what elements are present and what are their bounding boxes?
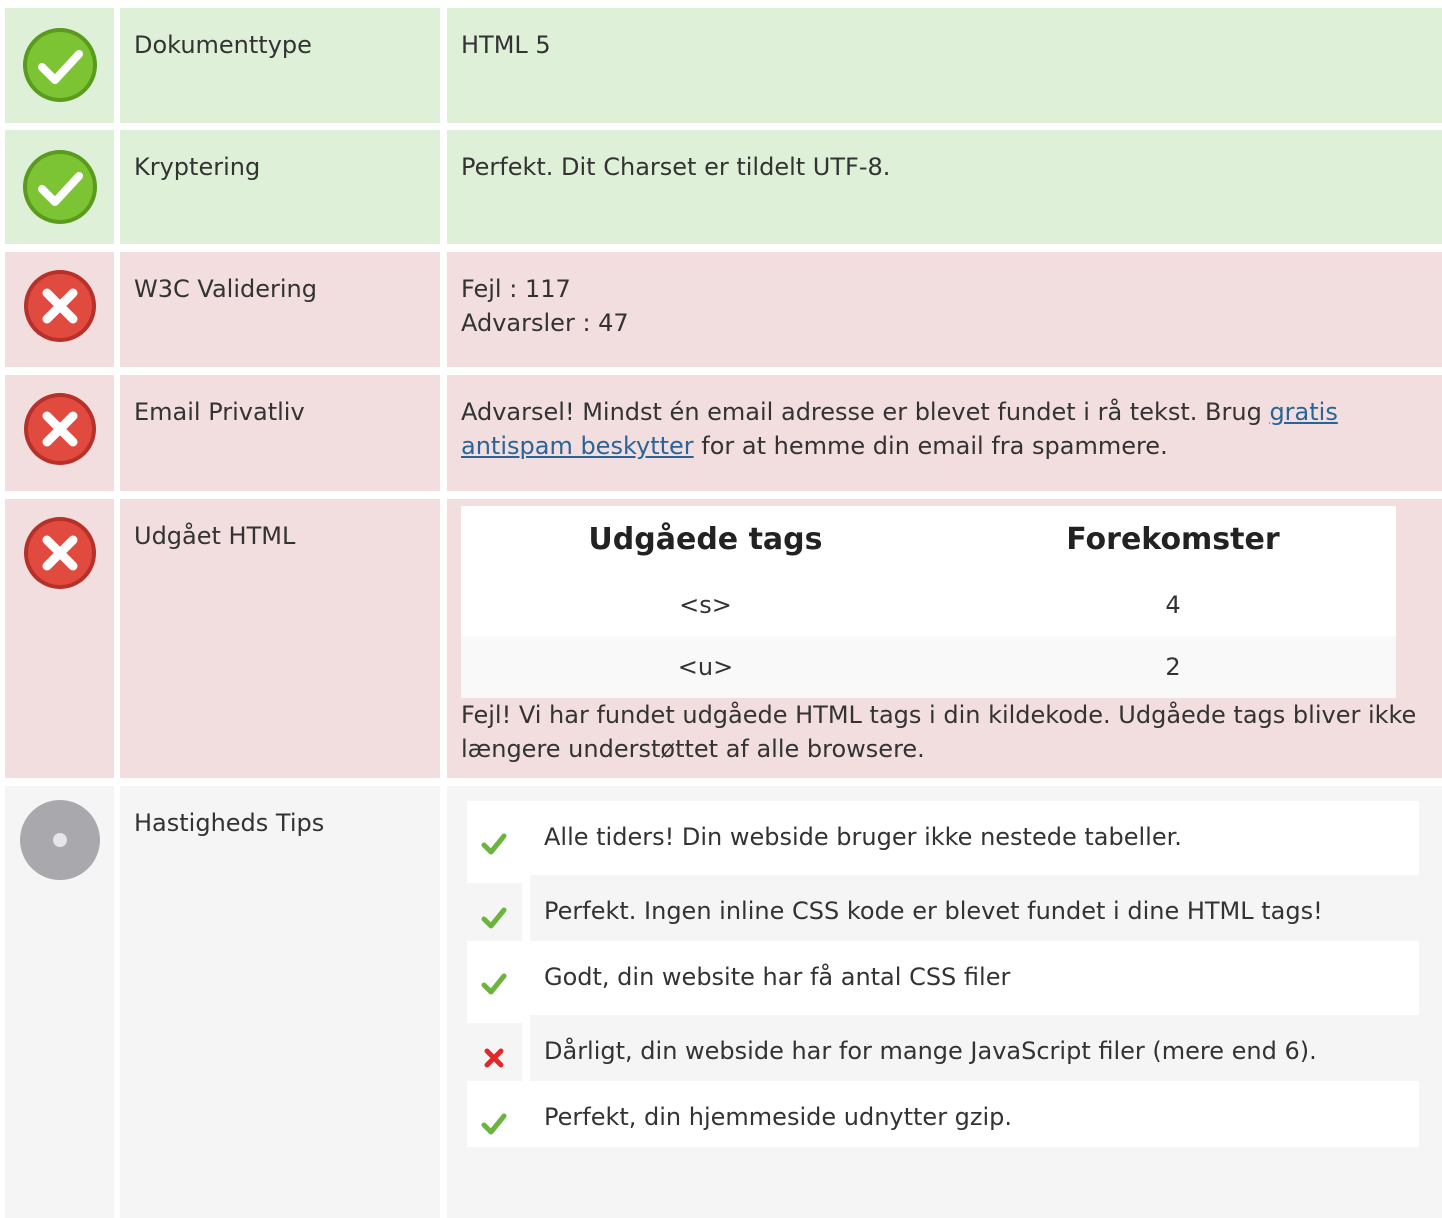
tip-text: Godt, din website har få antal CSS filer xyxy=(544,963,1011,991)
row-label: Dokumenttype xyxy=(134,31,312,59)
deprecated-tags-table: Udgåede tags Forekomster <s> 4 <u> 2 xyxy=(461,506,1396,698)
row-deprecated-html: Udgået HTML Udgåede tags Forekomster <s>… xyxy=(0,499,1442,778)
row-speed-tips: Hastigheds Tips Alle tiders! Din webside… xyxy=(0,786,1442,1218)
checkmark-icon xyxy=(481,971,507,997)
tag-cell: <u> xyxy=(461,636,950,698)
row-email-privacy: Email Privatliv Advarsel! Mindst én emai… xyxy=(0,375,1442,491)
count-cell: 2 xyxy=(949,636,1396,698)
checkmark-icon xyxy=(481,905,507,931)
checkmark-icon xyxy=(481,1111,507,1137)
list-item: Perfekt, din hjemmeside udnytter gzip. xyxy=(467,1081,1419,1147)
row-label-cell: Hastigheds Tips xyxy=(120,786,440,1218)
email-warning-tail: for at hemme din email fra spammere. xyxy=(693,432,1168,460)
row-label-cell: Kryptering xyxy=(120,130,440,244)
row-label-cell: Dokumenttype xyxy=(120,8,440,123)
email-warning-text: Advarsel! Mindst én email adresse er ble… xyxy=(461,398,1270,426)
table-header-row: Udgåede tags Forekomster xyxy=(461,506,1396,574)
status-cell xyxy=(5,8,114,123)
row-label: W3C Validering xyxy=(134,275,317,303)
list-item: Godt, din website har få antal CSS filer xyxy=(467,941,1419,1007)
row-encoding: Kryptering Perfekt. Dit Charset er tilde… xyxy=(0,130,1442,244)
tip-text: Perfekt. Ingen inline CSS kode er blevet… xyxy=(530,875,1419,941)
tag-cell: <s> xyxy=(461,574,950,636)
tip-text: Dårligt, din webside har for mange JavaS… xyxy=(530,1015,1419,1081)
row-label: Kryptering xyxy=(134,153,261,181)
list-item: Alle tiders! Din webside bruger ikke nes… xyxy=(467,801,1419,867)
row-label: Udgået HTML xyxy=(134,522,296,550)
row-value-cell: Alle tiders! Din webside bruger ikke nes… xyxy=(447,786,1442,1218)
row-value-cell: Fejl : 117 Advarsler : 47 xyxy=(447,252,1442,367)
cross-circle-icon xyxy=(20,513,100,593)
table-row: <s> 4 xyxy=(461,574,1396,636)
x-mark-icon xyxy=(481,1045,507,1071)
row-label-cell: Email Privatliv xyxy=(120,375,440,491)
status-cell xyxy=(5,252,114,367)
cross-circle-icon xyxy=(20,389,100,469)
column-header-tags: Udgåede tags xyxy=(461,506,950,574)
w3c-warnings: Advarsler : 47 xyxy=(461,309,629,337)
row-value-cell: Udgåede tags Forekomster <s> 4 <u> 2 Fej… xyxy=(447,499,1442,778)
tip-text: Perfekt, din hjemmeside udnytter gzip. xyxy=(544,1103,1013,1131)
deprecated-note: Fejl! Vi har fundet udgåede HTML tags i … xyxy=(461,701,1417,763)
encoding-value: Perfekt. Dit Charset er tildelt UTF-8. xyxy=(461,153,891,181)
row-w3c: W3C Validering Fejl : 117 Advarsler : 47 xyxy=(0,252,1442,367)
table-row: <u> 2 xyxy=(461,636,1396,698)
row-label: Hastigheds Tips xyxy=(134,809,325,837)
w3c-errors: Fejl : 117 xyxy=(461,275,571,303)
list-item: Perfekt. Ingen inline CSS kode er blevet… xyxy=(467,875,1419,941)
neutral-circle-icon xyxy=(20,800,100,880)
status-cell xyxy=(5,499,114,778)
count-cell: 4 xyxy=(949,574,1396,636)
list-item: Dårligt, din webside har for mange JavaS… xyxy=(467,1015,1419,1081)
row-doctype: Dokumenttype HTML 5 xyxy=(0,8,1442,123)
row-value-cell: Advarsel! Mindst én email adresse er ble… xyxy=(447,375,1442,491)
doctype-value: HTML 5 xyxy=(461,31,551,59)
row-label-cell: W3C Validering xyxy=(120,252,440,367)
status-cell xyxy=(5,786,114,1218)
status-cell xyxy=(5,375,114,491)
checkmark-icon xyxy=(481,831,507,857)
tip-text: Alle tiders! Din webside bruger ikke nes… xyxy=(544,823,1182,851)
row-value-cell: HTML 5 xyxy=(447,8,1442,123)
status-cell xyxy=(5,130,114,244)
row-value-cell: Perfekt. Dit Charset er tildelt UTF-8. xyxy=(447,130,1442,244)
cross-circle-icon xyxy=(20,266,100,346)
speed-tips-list: Alle tiders! Din webside bruger ikke nes… xyxy=(467,801,1419,1147)
seo-report: Dokumenttype HTML 5 Kryptering Perfekt. … xyxy=(0,0,1442,1218)
row-label: Email Privatliv xyxy=(134,398,305,426)
column-header-occurrences: Forekomster xyxy=(949,506,1396,574)
check-circle-icon xyxy=(20,25,100,105)
row-label-cell: Udgået HTML xyxy=(120,499,440,778)
check-circle-icon xyxy=(20,147,100,227)
